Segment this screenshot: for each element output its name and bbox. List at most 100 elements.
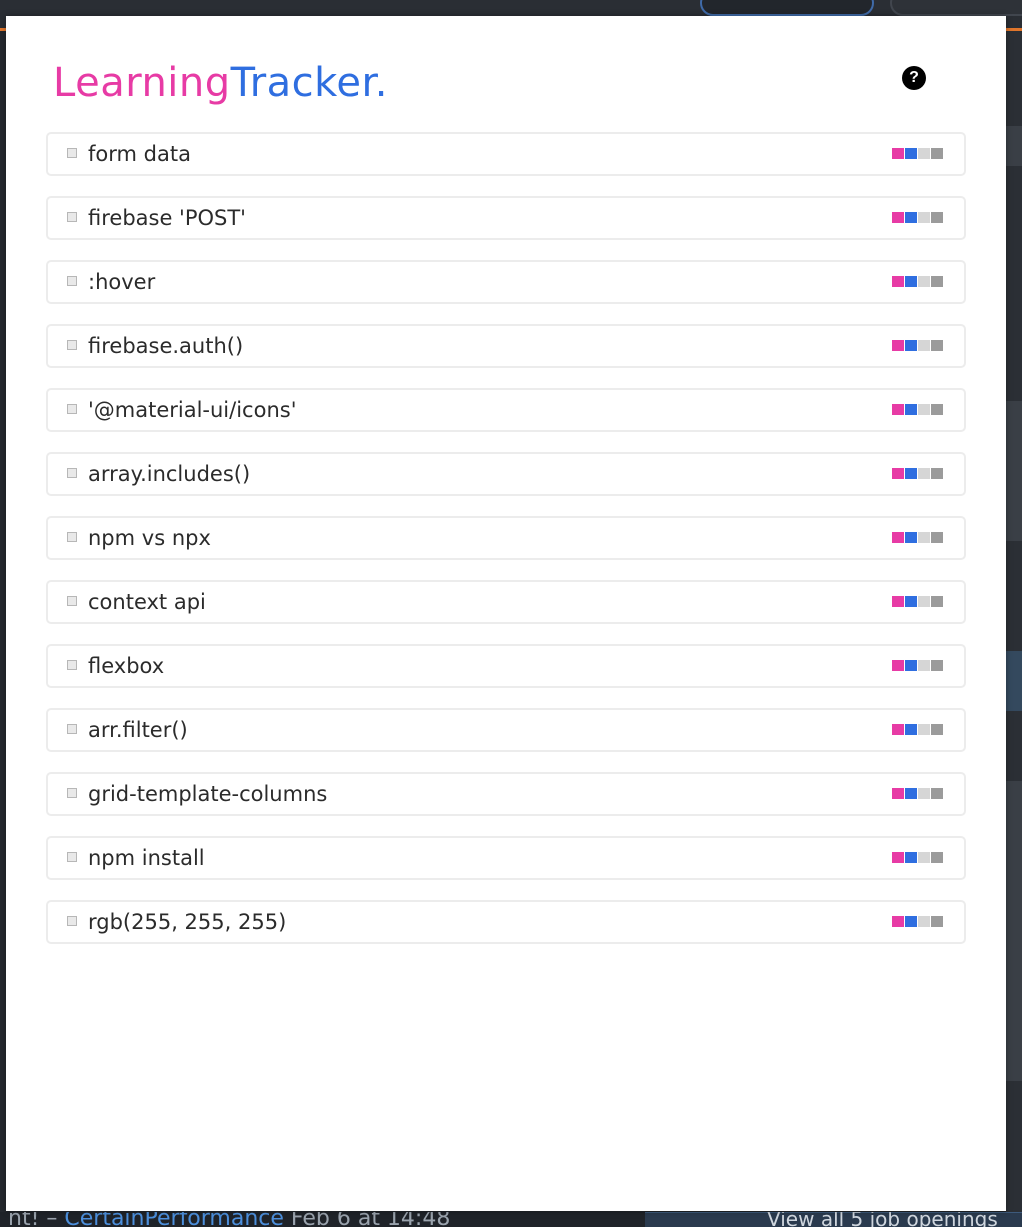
item-level-indicator[interactable] [892,724,943,735]
background-page-right-edge [1006,31,1022,1227]
level-square[interactable] [931,724,943,735]
level-square[interactable] [905,468,917,479]
level-square[interactable] [931,788,943,799]
item-level-indicator[interactable] [892,852,943,863]
list-item[interactable]: npm install [46,836,966,880]
list-item[interactable]: grid-template-columns [46,772,966,816]
item-level-indicator[interactable] [892,340,943,351]
item-label: npm vs npx [88,526,211,550]
item-checkbox[interactable] [67,788,77,798]
level-square[interactable] [918,532,930,543]
item-level-indicator[interactable] [892,404,943,415]
item-checkbox[interactable] [67,276,77,286]
item-level-indicator[interactable] [892,788,943,799]
level-square[interactable] [931,340,943,351]
item-checkbox[interactable] [67,916,77,926]
level-square[interactable] [892,404,904,415]
level-square[interactable] [892,276,904,287]
level-square[interactable] [918,340,930,351]
level-square[interactable] [905,532,917,543]
item-level-indicator[interactable] [892,276,943,287]
level-square[interactable] [931,148,943,159]
level-square[interactable] [931,276,943,287]
item-level-indicator[interactable] [892,916,943,927]
level-square[interactable] [918,660,930,671]
list-item[interactable]: arr.filter() [46,708,966,752]
level-square[interactable] [892,724,904,735]
level-square[interactable] [892,660,904,671]
level-square[interactable] [892,148,904,159]
background-user-link[interactable]: CertainPerformance [64,1212,284,1227]
level-square[interactable] [905,148,917,159]
level-square[interactable] [892,532,904,543]
logo-learning: Learning [53,60,231,106]
level-square[interactable] [905,212,917,223]
level-square[interactable] [905,276,917,287]
list-item[interactable]: firebase 'POST' [46,196,966,240]
background-job-openings-button[interactable]: View all 5 job openings [645,1212,1022,1227]
item-checkbox[interactable] [67,532,77,542]
list-item[interactable]: rgb(255, 255, 255) [46,900,966,944]
list-item[interactable]: firebase.auth() [46,324,966,368]
level-square[interactable] [918,724,930,735]
level-square[interactable] [918,788,930,799]
list-item[interactable]: npm vs npx [46,516,966,560]
item-checkbox[interactable] [67,724,77,734]
level-square[interactable] [905,596,917,607]
level-square[interactable] [918,212,930,223]
level-square[interactable] [892,788,904,799]
level-square[interactable] [905,724,917,735]
level-square[interactable] [905,916,917,927]
level-square[interactable] [931,532,943,543]
level-square[interactable] [931,660,943,671]
level-square[interactable] [931,916,943,927]
level-square[interactable] [918,596,930,607]
list-item[interactable]: '@material-ui/icons' [46,388,966,432]
level-square[interactable] [931,468,943,479]
item-level-indicator[interactable] [892,148,943,159]
help-icon[interactable]: ? [902,66,926,90]
level-square[interactable] [905,340,917,351]
item-checkbox[interactable] [67,404,77,414]
level-square[interactable] [931,596,943,607]
level-square[interactable] [892,212,904,223]
level-square[interactable] [892,916,904,927]
level-square[interactable] [905,660,917,671]
item-level-indicator[interactable] [892,212,943,223]
level-square[interactable] [931,852,943,863]
level-square[interactable] [892,340,904,351]
item-checkbox[interactable] [67,340,77,350]
list-item[interactable]: context api [46,580,966,624]
level-square[interactable] [905,788,917,799]
level-square[interactable] [918,852,930,863]
level-square[interactable] [905,852,917,863]
list-item[interactable]: flexbox [46,644,966,688]
item-checkbox[interactable] [67,468,77,478]
item-level-indicator[interactable] [892,468,943,479]
item-level-indicator[interactable] [892,596,943,607]
item-checkbox[interactable] [67,212,77,222]
level-square[interactable] [892,852,904,863]
address-bar[interactable] [700,0,874,16]
level-square[interactable] [931,212,943,223]
item-checkbox[interactable] [67,660,77,670]
item-label: context api [88,590,206,614]
level-square[interactable] [905,404,917,415]
list-item[interactable]: :hover [46,260,966,304]
extensions-area[interactable] [890,0,1022,16]
level-square[interactable] [931,404,943,415]
level-square[interactable] [918,468,930,479]
level-square[interactable] [892,468,904,479]
list-item[interactable]: form data [46,132,966,176]
item-checkbox[interactable] [67,148,77,158]
item-checkbox[interactable] [67,596,77,606]
level-square[interactable] [892,596,904,607]
item-checkbox[interactable] [67,852,77,862]
level-square[interactable] [918,404,930,415]
level-square[interactable] [918,276,930,287]
item-level-indicator[interactable] [892,660,943,671]
level-square[interactable] [918,148,930,159]
item-level-indicator[interactable] [892,532,943,543]
list-item[interactable]: array.includes() [46,452,966,496]
level-square[interactable] [918,916,930,927]
